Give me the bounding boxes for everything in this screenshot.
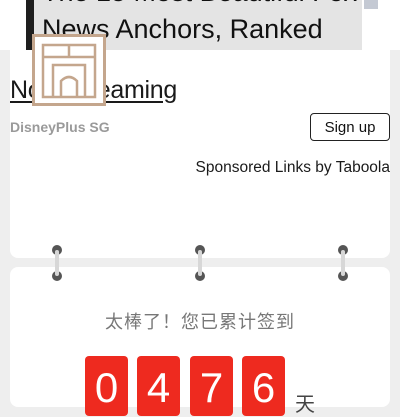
binder-ring-icon xyxy=(52,245,62,281)
day-count-digit: 4 xyxy=(137,356,180,416)
sign-up-button[interactable]: Sign up xyxy=(310,113,390,141)
day-unit-label: 天 xyxy=(295,392,315,416)
day-count-digit: 0 xyxy=(85,356,128,416)
day-count-digit: 7 xyxy=(190,356,233,416)
checkin-card: 太棒了！您已累计签到 0 4 7 6 天 xyxy=(10,267,390,416)
sponsored-ad-card[interactable]: Now Streaming DisneyPlus SG Sign up Spon… xyxy=(10,34,390,258)
building-logo-icon xyxy=(32,34,106,106)
ad-source: DisneyPlus SG xyxy=(10,119,110,135)
checkin-message: 太棒了！您已累计签到 xyxy=(105,312,295,333)
day-count-digit: 6 xyxy=(242,356,285,416)
binder-ring-icon xyxy=(338,245,348,281)
binder-ring-icon xyxy=(195,245,205,281)
sponsored-links-label[interactable]: Sponsored Links by Taboola xyxy=(186,159,390,177)
binder-rings xyxy=(0,244,400,284)
